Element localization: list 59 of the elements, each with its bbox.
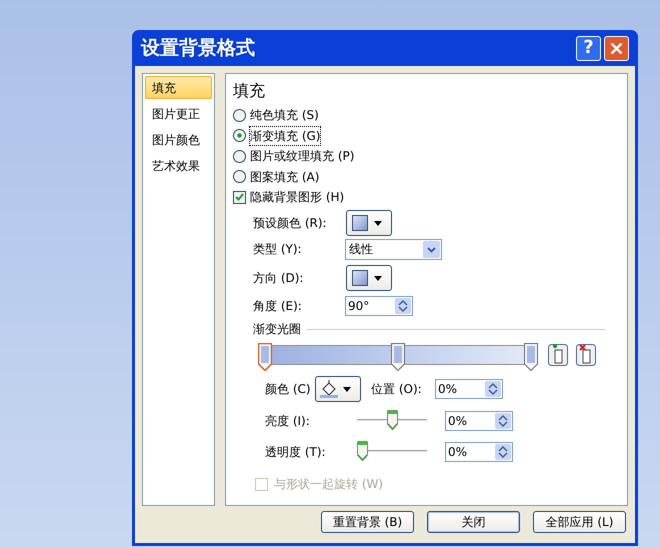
radio-label: 图片或纹理填充 (P)	[250, 148, 354, 166]
dialog-button[interactable]: 全部应用 (L)	[533, 511, 626, 533]
radio-button[interactable]	[233, 150, 246, 163]
field-label: 预设颜色 (R):	[253, 215, 328, 232]
field-label: 透明度 (T):	[265, 444, 327, 461]
radio-button[interactable]	[233, 129, 246, 142]
dropdown-caret-icon	[343, 386, 351, 392]
dialog-button[interactable]: 关闭	[427, 511, 520, 533]
spin-field[interactable]: 90°	[345, 296, 413, 316]
radio-button[interactable]	[233, 108, 246, 122]
gradient-stop[interactable]	[258, 343, 272, 371]
spinner-arrows-icon[interactable]	[495, 413, 511, 429]
gradient-stop[interactable]	[524, 343, 538, 371]
close-icon	[610, 42, 623, 54]
radio-label: 图案填充 (A)	[250, 168, 320, 186]
field-label: 颜色 (C)	[265, 381, 312, 398]
gradient-swatch-icon	[352, 270, 368, 286]
gradient-bar[interactable]	[258, 343, 538, 371]
field-label: 角度 (E):	[253, 298, 303, 315]
dropdown-caret-icon	[374, 220, 382, 226]
check-icon	[235, 193, 244, 201]
field-label: 方向 (D):	[253, 270, 304, 287]
paint-bucket-icon	[320, 380, 338, 398]
sidebar-item[interactable]: 艺术效果	[145, 154, 212, 177]
spin-field[interactable]: 0%	[445, 411, 513, 431]
sidebar-item[interactable]: 图片颜色	[145, 128, 212, 151]
slider-thumb[interactable]	[357, 441, 368, 461]
close-button[interactable]	[604, 36, 629, 60]
gradient-swatch-icon	[352, 215, 368, 231]
field-label: 类型 (Y):	[253, 241, 303, 258]
direction-dropdown[interactable]	[346, 265, 392, 291]
window-title: 设置背景格式	[141, 36, 256, 61]
type-dropdown[interactable]: 线性	[345, 238, 442, 260]
preset-color-dropdown[interactable]	[346, 210, 392, 236]
dialog-button[interactable]: 重置背景 (B)	[321, 511, 414, 533]
field-label: 位置 (O):	[371, 381, 423, 398]
spin-field[interactable]: 0%	[445, 442, 513, 462]
field-label: 亮度 (I):	[265, 413, 311, 430]
remove-stop-icon[interactable]	[576, 344, 596, 366]
spin-field[interactable]: 0%	[435, 379, 503, 399]
section-heading: 填充	[233, 80, 266, 102]
spinner-arrows-icon[interactable]	[395, 298, 411, 314]
sidebar-item[interactable]: 图片更正	[145, 102, 212, 125]
radio-label: 纯色填充 (S)	[250, 107, 319, 124]
checkbox[interactable]	[233, 190, 246, 204]
group-label: 渐变光圈	[253, 321, 301, 338]
checkbox-label: 隐藏背景图形 (H)	[250, 189, 344, 206]
sidebar-item[interactable]: 填充	[145, 76, 212, 99]
radio-button[interactable]	[233, 170, 246, 184]
add-stop-icon[interactable]	[548, 344, 568, 366]
spinner-arrows-icon[interactable]	[485, 381, 501, 397]
slider-thumb[interactable]	[386, 410, 398, 430]
radio-label: 渐变填充 (G)	[250, 126, 320, 145]
color-dropdown[interactable]	[315, 376, 361, 402]
checkbox-label: 与形状一起旋转 (W)	[274, 476, 384, 493]
spinner-arrows-icon[interactable]	[495, 444, 511, 460]
help-button[interactable]: ?	[576, 36, 601, 60]
dropdown-caret-icon	[374, 276, 382, 280]
gradient-stop[interactable]	[391, 343, 405, 371]
